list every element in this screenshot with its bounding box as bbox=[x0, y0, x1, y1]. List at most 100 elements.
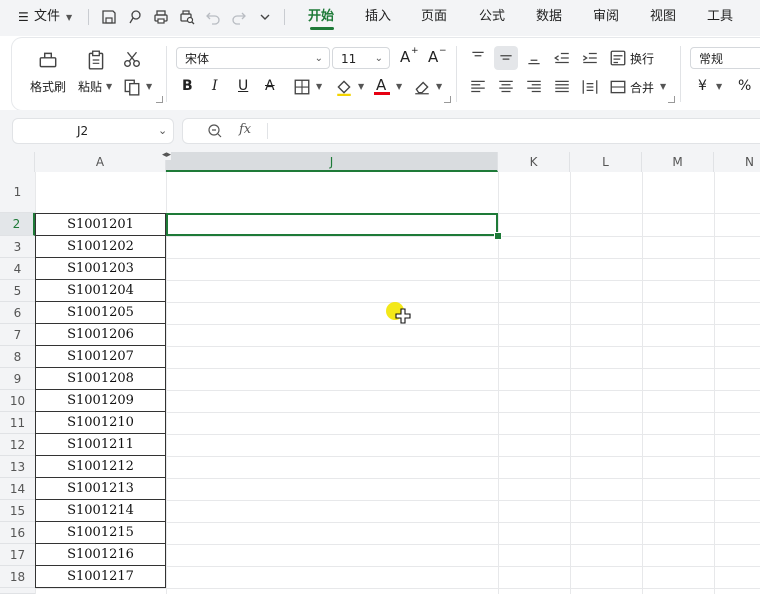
save-icon[interactable] bbox=[100, 8, 118, 26]
redo-icon[interactable] bbox=[230, 8, 248, 26]
align-bottom-icon[interactable] bbox=[524, 48, 544, 68]
tab-data[interactable]: 数据 bbox=[536, 0, 562, 34]
column-header-k[interactable]: K bbox=[498, 152, 570, 172]
number-format-select[interactable]: 常规 bbox=[690, 47, 760, 69]
cell-a8[interactable]: S1001207 bbox=[35, 346, 166, 368]
wrap-text-label[interactable]: 换行 bbox=[630, 50, 654, 67]
format-painter-label[interactable]: 格式刷 bbox=[30, 78, 66, 95]
paste-icon[interactable] bbox=[84, 48, 108, 72]
merge-dropdown-icon[interactable]: ▼ bbox=[660, 82, 666, 91]
underline-button[interactable]: U bbox=[238, 78, 248, 94]
cell-a6[interactable]: S1001205 bbox=[35, 302, 166, 324]
cell-a12[interactable]: S1001211 bbox=[35, 434, 166, 456]
print-preview-icon[interactable] bbox=[178, 8, 196, 26]
fill-color-icon[interactable] bbox=[334, 77, 354, 97]
tab-formula[interactable]: 公式 bbox=[479, 0, 505, 34]
column-header-j[interactable]: J bbox=[166, 152, 498, 172]
fill-color-dropdown-icon[interactable]: ▼ bbox=[358, 82, 364, 91]
increase-font-size-button[interactable]: A bbox=[400, 48, 410, 66]
column-header-m[interactable]: M bbox=[642, 152, 714, 172]
cell-a18[interactable]: S1001217 bbox=[35, 566, 166, 588]
quick-access-more-icon[interactable] bbox=[256, 8, 274, 26]
cut-icon[interactable] bbox=[122, 49, 142, 69]
format-painter-icon[interactable] bbox=[36, 48, 60, 72]
paste-dropdown-icon[interactable]: ▼ bbox=[106, 82, 112, 91]
distributed-align-icon[interactable] bbox=[580, 77, 600, 97]
alignment-group-launcher-icon[interactable] bbox=[668, 96, 675, 103]
row-header[interactable]: 14 bbox=[0, 478, 35, 500]
menu-hamburger-icon[interactable]: ☰ bbox=[18, 0, 29, 34]
cell-a7[interactable]: S1001206 bbox=[35, 324, 166, 346]
currency-format-button[interactable]: ¥ bbox=[698, 78, 707, 94]
print-icon[interactable] bbox=[152, 8, 170, 26]
merge-cells-label[interactable]: 合并 bbox=[630, 79, 654, 96]
percent-format-button[interactable]: % bbox=[738, 78, 751, 94]
border-dropdown-icon[interactable]: ▼ bbox=[316, 82, 322, 91]
tab-tools[interactable]: 工具 bbox=[707, 0, 733, 34]
name-box[interactable]: J2 ⌄ bbox=[12, 118, 174, 144]
justify-icon[interactable] bbox=[552, 77, 572, 97]
increase-indent-icon[interactable] bbox=[580, 48, 600, 68]
row-header[interactable]: 5 bbox=[0, 280, 35, 302]
cell-a4[interactable]: S1001203 bbox=[35, 258, 166, 280]
cell-a13[interactable]: S1001212 bbox=[35, 456, 166, 478]
merge-cells-icon[interactable] bbox=[608, 77, 628, 97]
strikethrough-button[interactable]: A bbox=[265, 78, 275, 94]
cell-a9[interactable]: S1001208 bbox=[35, 368, 166, 390]
copy-icon[interactable] bbox=[122, 77, 142, 97]
row-header[interactable]: 7 bbox=[0, 324, 35, 346]
row-header[interactable]: 18 bbox=[0, 566, 35, 588]
row-header[interactable]: 6 bbox=[0, 302, 35, 324]
clear-format-icon[interactable] bbox=[412, 77, 432, 97]
align-middle-icon[interactable] bbox=[494, 46, 518, 70]
zoom-search-icon[interactable] bbox=[207, 123, 223, 139]
decrease-font-size-button[interactable]: A bbox=[428, 48, 438, 66]
export-pdf-icon[interactable] bbox=[126, 8, 144, 26]
cell-a11[interactable]: S1001210 bbox=[35, 412, 166, 434]
row-header[interactable]: 12 bbox=[0, 434, 35, 456]
font-group-launcher-icon[interactable] bbox=[444, 96, 451, 103]
column-header-a[interactable]: A bbox=[35, 152, 166, 172]
row-header[interactable]: 1 bbox=[0, 172, 35, 213]
cell-a16[interactable]: S1001215 bbox=[35, 522, 166, 544]
italic-button[interactable]: I bbox=[212, 78, 218, 94]
row-header[interactable]: 10 bbox=[0, 390, 35, 412]
column-header-n[interactable]: N bbox=[714, 152, 760, 172]
hidden-columns-expand-icon[interactable]: ◂▸ bbox=[162, 150, 172, 160]
paste-label[interactable]: 粘贴 bbox=[78, 78, 102, 95]
font-size-select[interactable]: 11 ⌄ bbox=[332, 47, 390, 69]
wrap-text-icon[interactable] bbox=[608, 48, 628, 68]
bold-button[interactable]: B bbox=[182, 78, 193, 94]
row-header[interactable]: 17 bbox=[0, 544, 35, 566]
formula-input[interactable]: fx bbox=[182, 118, 760, 144]
decrease-indent-icon[interactable] bbox=[552, 48, 572, 68]
tab-page[interactable]: 页面 bbox=[421, 0, 447, 34]
row-header[interactable] bbox=[0, 588, 35, 594]
row-header[interactable]: 9 bbox=[0, 368, 35, 390]
align-right-icon[interactable] bbox=[524, 77, 544, 97]
row-header[interactable]: 13 bbox=[0, 456, 35, 478]
currency-dropdown-icon[interactable]: ▼ bbox=[716, 82, 722, 91]
cell-a5[interactable]: S1001204 bbox=[35, 280, 166, 302]
clipboard-group-launcher-icon[interactable] bbox=[156, 96, 163, 103]
undo-icon[interactable] bbox=[204, 8, 222, 26]
menu-file[interactable]: 文件 bbox=[34, 0, 60, 34]
cell-a14[interactable]: S1001213 bbox=[35, 478, 166, 500]
align-center-icon[interactable] bbox=[496, 77, 516, 97]
clear-format-dropdown-icon[interactable]: ▼ bbox=[436, 82, 442, 91]
font-name-select[interactable]: 宋体 ⌄ bbox=[176, 47, 330, 69]
row-header[interactable]: 4 bbox=[0, 258, 35, 280]
select-all-corner[interactable] bbox=[0, 152, 35, 172]
fill-handle[interactable] bbox=[494, 232, 502, 240]
row-header[interactable]: 11 bbox=[0, 412, 35, 434]
cell-a15[interactable]: S1001214 bbox=[35, 500, 166, 522]
row-header[interactable]: 3 bbox=[0, 236, 35, 258]
row-header[interactable]: 16 bbox=[0, 522, 35, 544]
active-cell-j2[interactable] bbox=[166, 213, 498, 236]
cell-a3[interactable]: S1001202 bbox=[35, 236, 166, 258]
file-dropdown-icon[interactable]: ▼ bbox=[66, 13, 72, 22]
copy-dropdown-icon[interactable]: ▼ bbox=[146, 82, 152, 91]
row-header[interactable]: 2 bbox=[0, 213, 35, 236]
align-left-icon[interactable] bbox=[468, 77, 488, 97]
tab-review[interactable]: 审阅 bbox=[593, 0, 619, 34]
